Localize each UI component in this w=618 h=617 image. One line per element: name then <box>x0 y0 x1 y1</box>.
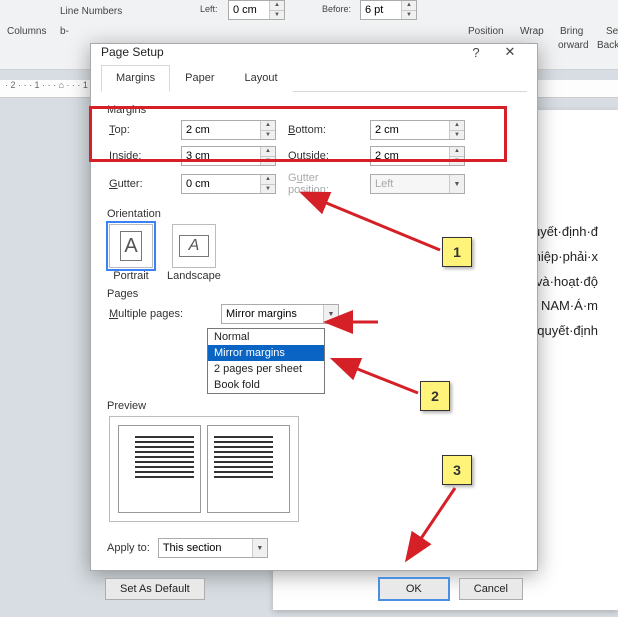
cancel-button[interactable]: Cancel <box>459 578 523 600</box>
spinner-up-icon[interactable]: ▲ <box>261 121 275 130</box>
outside-label: Outside: <box>288 150 358 162</box>
dialog-titlebar: Page Setup ? ✕ <box>91 44 537 60</box>
margins-section-label: Margins <box>107 104 521 116</box>
chevron-down-icon: ▼ <box>449 175 464 193</box>
tab-layout[interactable]: Layout <box>229 65 292 92</box>
preview-page-left <box>118 425 201 513</box>
bottom-label: Bottom: <box>288 124 358 136</box>
preview-box <box>109 416 299 522</box>
gutter-input[interactable]: ▲▼ <box>181 174 276 194</box>
spinner-up-icon[interactable]: ▲ <box>261 147 275 156</box>
chevron-down-icon[interactable]: ▼ <box>323 305 338 323</box>
spinner-down-icon[interactable]: ▼ <box>450 156 464 166</box>
spinner-down-icon[interactable]: ▼ <box>261 130 275 140</box>
ribbon-spacing-before-label: Before: <box>322 4 351 14</box>
spinner-down-icon[interactable]: ▼ <box>261 156 275 166</box>
spinner-up-icon[interactable]: ▲ <box>450 147 464 156</box>
orientation-section-label: Orientation <box>107 208 521 220</box>
page-setup-dialog: Page Setup ? ✕ Margins Paper Layout Marg… <box>90 43 538 571</box>
mp-option-2pages[interactable]: 2 pages per sheet <box>208 361 324 377</box>
ribbon-back: Back <box>597 40 618 51</box>
chevron-down-icon[interactable]: ▼ <box>252 539 267 557</box>
ribbon-position[interactable]: Position <box>468 26 504 37</box>
ribbon-forward: orward <box>558 40 589 51</box>
multiple-pages-select[interactable]: Mirror margins ▼ <box>221 304 339 324</box>
top-input[interactable]: ▲▼ <box>181 120 276 140</box>
ribbon-indent-left-input[interactable]: ▲▼ <box>228 0 285 20</box>
ribbon-spacing-before-input[interactable]: ▲▼ <box>360 0 417 20</box>
set-default-button[interactable]: Set As Default <box>105 578 205 600</box>
help-button[interactable]: ? <box>459 45 493 60</box>
callout-2: 2 <box>420 381 450 411</box>
gutter-label: Gutter: <box>109 178 169 190</box>
spinner-up-icon[interactable]: ▲ <box>450 121 464 130</box>
preview-section-label: Preview <box>107 400 521 412</box>
pages-section-label: Pages <box>107 288 521 300</box>
multiple-pages-dropdown: Normal Mirror margins 2 pages per sheet … <box>207 328 325 394</box>
orientation-landscape[interactable]: A Landscape <box>167 224 221 282</box>
mp-option-mirror[interactable]: Mirror margins <box>208 345 324 361</box>
outside-input[interactable]: ▲▼ <box>370 146 465 166</box>
ribbon-hyphenation[interactable]: b- <box>60 26 69 37</box>
inside-label: Inside: <box>109 150 169 162</box>
close-button[interactable]: ✕ <box>493 44 527 60</box>
spinner-up-icon[interactable]: ▲ <box>402 1 416 10</box>
orientation-portrait[interactable]: A Portrait <box>109 224 153 282</box>
top-label: Top: <box>109 124 169 136</box>
spinner-up-icon[interactable]: ▲ <box>270 1 284 10</box>
dialog-title: Page Setup <box>101 45 459 59</box>
ribbon-columns[interactable]: Columns <box>7 26 46 37</box>
callout-3: 3 <box>442 455 472 485</box>
ribbon-send[interactable]: Se <box>606 26 618 37</box>
tab-paper[interactable]: Paper <box>170 65 229 92</box>
tab-margins[interactable]: Margins <box>101 65 170 92</box>
spinner-down-icon[interactable]: ▼ <box>450 130 464 140</box>
ribbon-line-numbers[interactable]: Line Numbers <box>60 6 122 17</box>
inside-input[interactable]: ▲▼ <box>181 146 276 166</box>
gutter-position-select: Left▼ <box>370 174 465 194</box>
ok-button[interactable]: OK <box>379 578 449 600</box>
mp-option-bookfold[interactable]: Book fold <box>208 377 324 393</box>
mp-option-normal[interactable]: Normal <box>208 329 324 345</box>
spinner-up-icon[interactable]: ▲ <box>261 175 275 184</box>
gutter-position-label: Gutter position: <box>288 172 358 196</box>
callout-1: 1 <box>442 237 472 267</box>
multiple-pages-label: Multiple pages: <box>109 308 209 320</box>
ribbon-bring[interactable]: Bring <box>560 26 583 37</box>
spinner-down-icon[interactable]: ▼ <box>261 184 275 194</box>
ribbon-wrap[interactable]: Wrap <box>520 26 544 37</box>
spinner-down-icon[interactable]: ▼ <box>402 10 416 20</box>
apply-to-label: Apply to: <box>107 542 150 554</box>
preview-page-right <box>207 425 290 513</box>
bottom-input[interactable]: ▲▼ <box>370 120 465 140</box>
spinner-down-icon[interactable]: ▼ <box>270 10 284 20</box>
apply-to-select[interactable]: This section ▼ <box>158 538 268 558</box>
ribbon-indent-left-label: Left: <box>200 4 218 14</box>
dialog-tabs: Margins Paper Layout <box>101 64 527 92</box>
